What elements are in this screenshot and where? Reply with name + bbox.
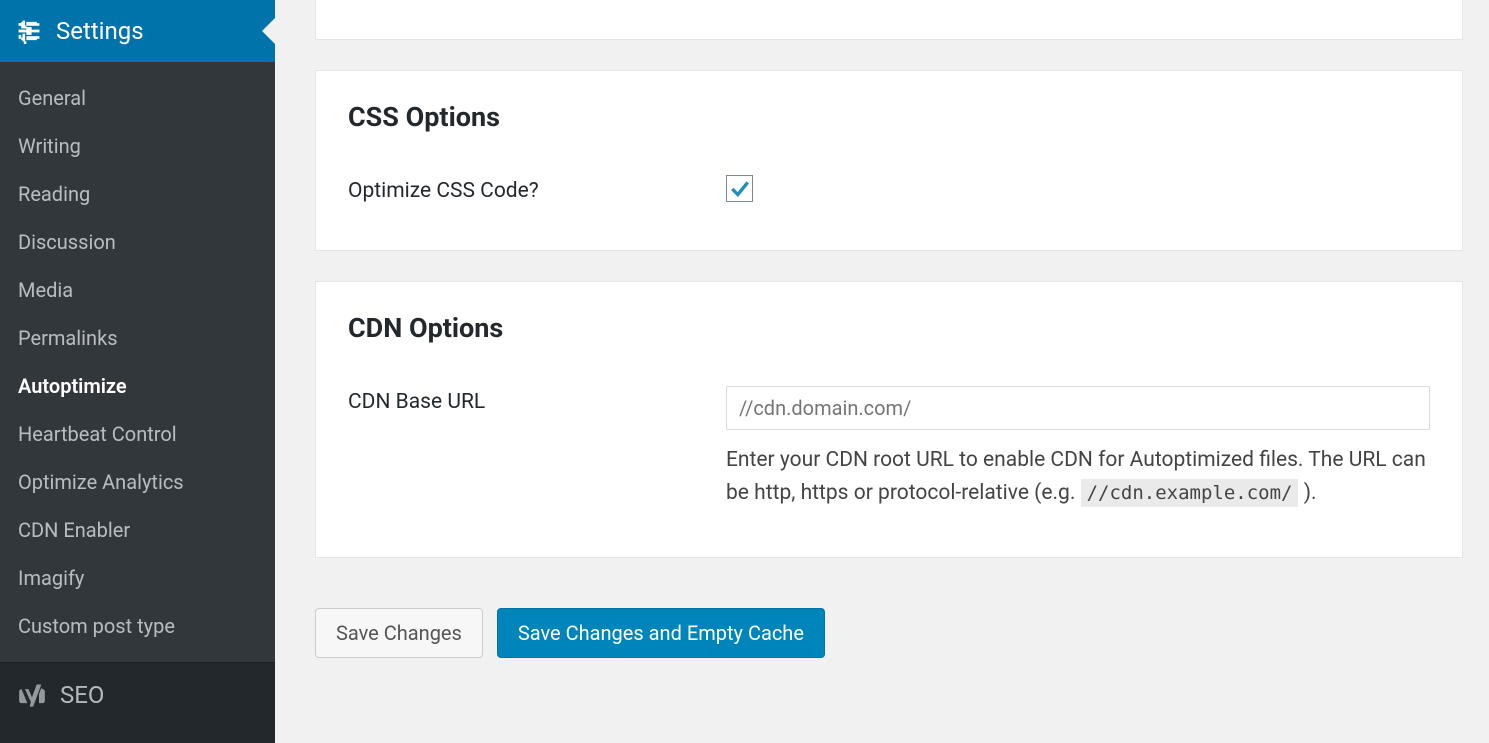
cdn-base-url-field: Enter your CDN root URL to enable CDN fo… — [726, 386, 1430, 511]
sidebar-item-permalinks[interactable]: Permalinks — [0, 314, 275, 362]
cdn-help-text: Enter your CDN root URL to enable CDN fo… — [726, 444, 1430, 511]
button-row: Save Changes Save Changes and Empty Cach… — [315, 608, 1463, 658]
sidebar-header-label: Settings — [56, 17, 144, 45]
yoast-icon — [18, 681, 46, 709]
panel-top-spacer — [315, 0, 1463, 40]
sidebar-item-custom-post-type[interactable]: Custom post type — [0, 602, 275, 650]
optimize-css-checkbox[interactable] — [726, 175, 753, 202]
sidebar-item-label: SEO — [60, 681, 104, 709]
cdn-base-url-label: CDN Base URL — [348, 386, 726, 414]
save-changes-button[interactable]: Save Changes — [315, 608, 483, 658]
checkmark-icon — [729, 178, 751, 200]
sidebar-item-autoptimize[interactable]: Autoptimize — [0, 362, 275, 410]
sidebar-item-optimize-analytics[interactable]: Optimize Analytics — [0, 458, 275, 506]
sidebar-submenu: General Writing Reading Discussion Media… — [0, 62, 275, 662]
cdn-base-url-row: CDN Base URL Enter your CDN root URL to … — [348, 386, 1430, 511]
sidebar-item-seo[interactable]: SEO — [0, 662, 275, 726]
optimize-css-label: Optimize CSS Code? — [348, 175, 726, 203]
sliders-icon — [16, 18, 42, 44]
sidebar-item-discussion[interactable]: Discussion — [0, 218, 275, 266]
sidebar-item-media[interactable]: Media — [0, 266, 275, 314]
sidebar-item-cdn-enabler[interactable]: CDN Enabler — [0, 506, 275, 554]
cdn-options-title: CDN Options — [348, 312, 1430, 344]
sidebar-item-general[interactable]: General — [0, 74, 275, 122]
admin-sidebar: Settings General Writing Reading Discuss… — [0, 0, 275, 743]
cdn-options-panel: CDN Options CDN Base URL Enter your CDN … — [315, 281, 1463, 558]
css-options-panel: CSS Options Optimize CSS Code? — [315, 70, 1463, 251]
cdn-help-code: //cdn.example.com/ — [1081, 479, 1299, 507]
sidebar-item-imagify[interactable]: Imagify — [0, 554, 275, 602]
css-options-title: CSS Options — [348, 101, 1430, 133]
optimize-css-field — [726, 175, 1430, 204]
optimize-css-row: Optimize CSS Code? — [348, 175, 1430, 204]
sidebar-item-reading[interactable]: Reading — [0, 170, 275, 218]
sidebar-header-settings[interactable]: Settings — [0, 0, 275, 62]
cdn-base-url-input[interactable] — [726, 386, 1430, 430]
main-content: CSS Options Optimize CSS Code? CDN Optio… — [275, 0, 1489, 743]
sidebar-item-writing[interactable]: Writing — [0, 122, 275, 170]
save-empty-cache-button[interactable]: Save Changes and Empty Cache — [497, 608, 825, 658]
sidebar-item-heartbeat-control[interactable]: Heartbeat Control — [0, 410, 275, 458]
